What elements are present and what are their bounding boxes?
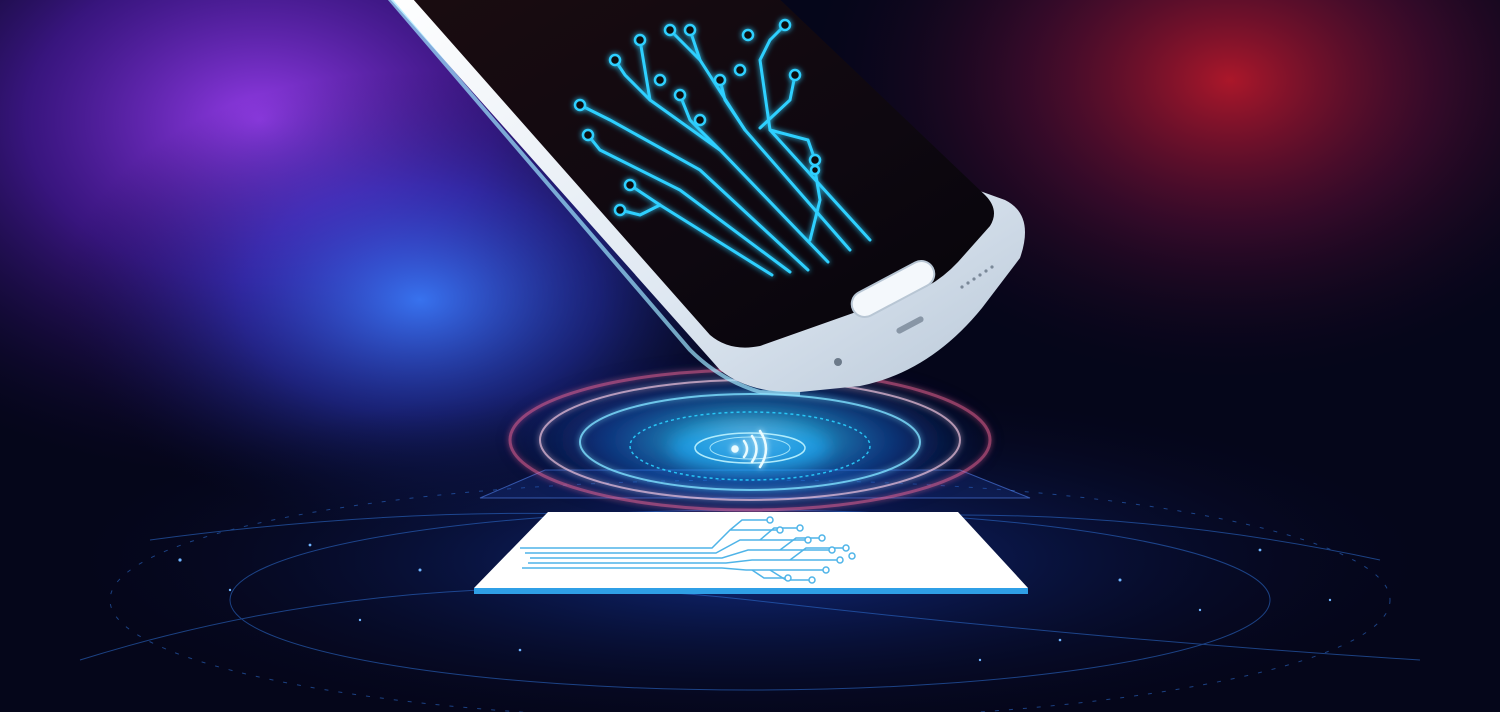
- nfc-card: [474, 512, 1028, 594]
- nfc-scene: [0, 0, 1500, 712]
- scene-illustration: [0, 0, 1500, 712]
- headphone-jack: [834, 358, 842, 366]
